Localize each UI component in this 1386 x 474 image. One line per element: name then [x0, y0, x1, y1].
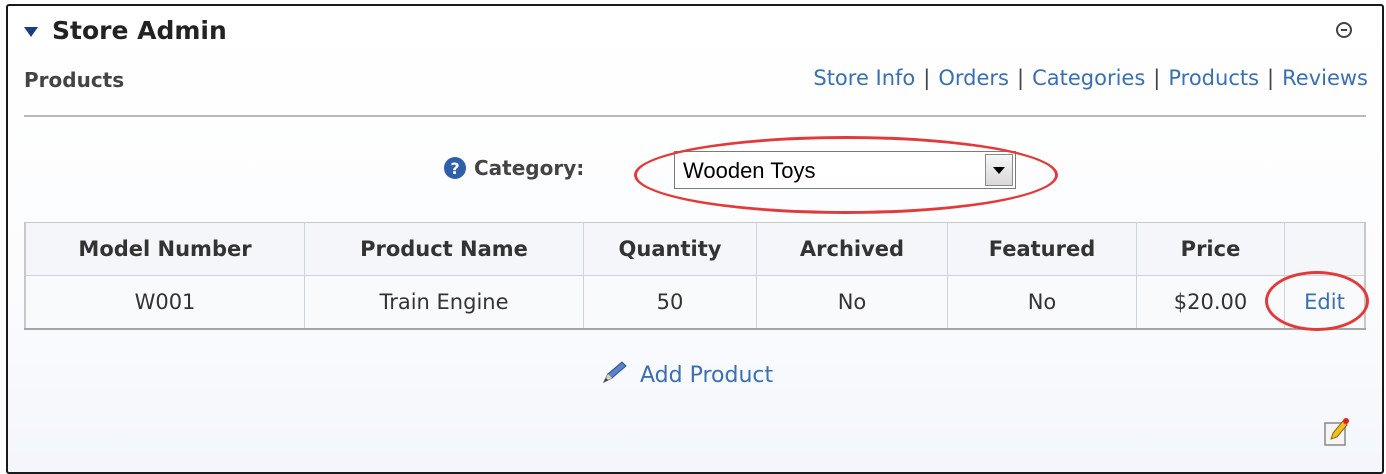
- edit-module-icon[interactable]: [1323, 417, 1351, 451]
- pencil-icon: [600, 360, 630, 390]
- divider: [24, 115, 1366, 117]
- category-select[interactable]: Wooden Toys: [674, 151, 1016, 189]
- column-header-product-name: Product Name: [304, 222, 584, 276]
- edit-link[interactable]: Edit: [1304, 290, 1345, 314]
- cell-quantity: 50: [583, 275, 757, 330]
- cell-featured: No: [947, 275, 1137, 330]
- column-header-model-number: Model Number: [24, 222, 305, 276]
- cell-action: Edit: [1284, 275, 1366, 330]
- admin-nav: Store Info | Orders | Categories | Products | Re…: [813, 66, 1368, 90]
- module-title: Store Admin: [52, 16, 227, 45]
- question-circle-icon[interactable]: ?: [444, 157, 466, 179]
- nav-separator: |: [1017, 66, 1025, 90]
- nav-orders[interactable]: Orders: [938, 66, 1009, 90]
- nav-separator: |: [923, 66, 931, 90]
- nav-store-info[interactable]: Store Info: [813, 66, 915, 90]
- column-header-actions: [1284, 222, 1366, 276]
- triangle-down-icon[interactable]: [24, 26, 38, 37]
- chevron-down-icon[interactable]: [985, 154, 1013, 186]
- nav-reviews[interactable]: Reviews: [1282, 66, 1368, 90]
- cell-model-number: W001: [24, 275, 305, 330]
- category-label-group: ? Category:: [444, 156, 584, 180]
- minus-circle-icon[interactable]: [1336, 22, 1352, 38]
- table-header-row: Model Number Product Name Quantity Archi…: [24, 222, 1366, 276]
- add-product-button[interactable]: Add Product: [600, 360, 773, 390]
- table-row: W001 Train Engine 50 No No $20.00 Edit: [24, 275, 1366, 330]
- column-header-quantity: Quantity: [583, 222, 757, 276]
- category-label: Category:: [474, 156, 585, 180]
- nav-separator: |: [1267, 66, 1275, 90]
- cell-product-name: Train Engine: [304, 275, 584, 330]
- products-table: Model Number Product Name Quantity Archi…: [24, 222, 1366, 330]
- nav-categories[interactable]: Categories: [1032, 66, 1145, 90]
- nav-products[interactable]: Products: [1168, 66, 1259, 90]
- cell-archived: No: [756, 275, 948, 330]
- nav-separator: |: [1153, 66, 1161, 90]
- category-selected-value: Wooden Toys: [683, 158, 816, 183]
- column-header-price: Price: [1136, 222, 1285, 276]
- column-header-archived: Archived: [756, 222, 948, 276]
- cell-price: $20.00: [1136, 275, 1285, 330]
- add-product-label: Add Product: [640, 362, 774, 388]
- column-header-featured: Featured: [947, 222, 1137, 276]
- module-header: Store Admin: [24, 16, 227, 45]
- page-subtitle: Products: [24, 68, 125, 92]
